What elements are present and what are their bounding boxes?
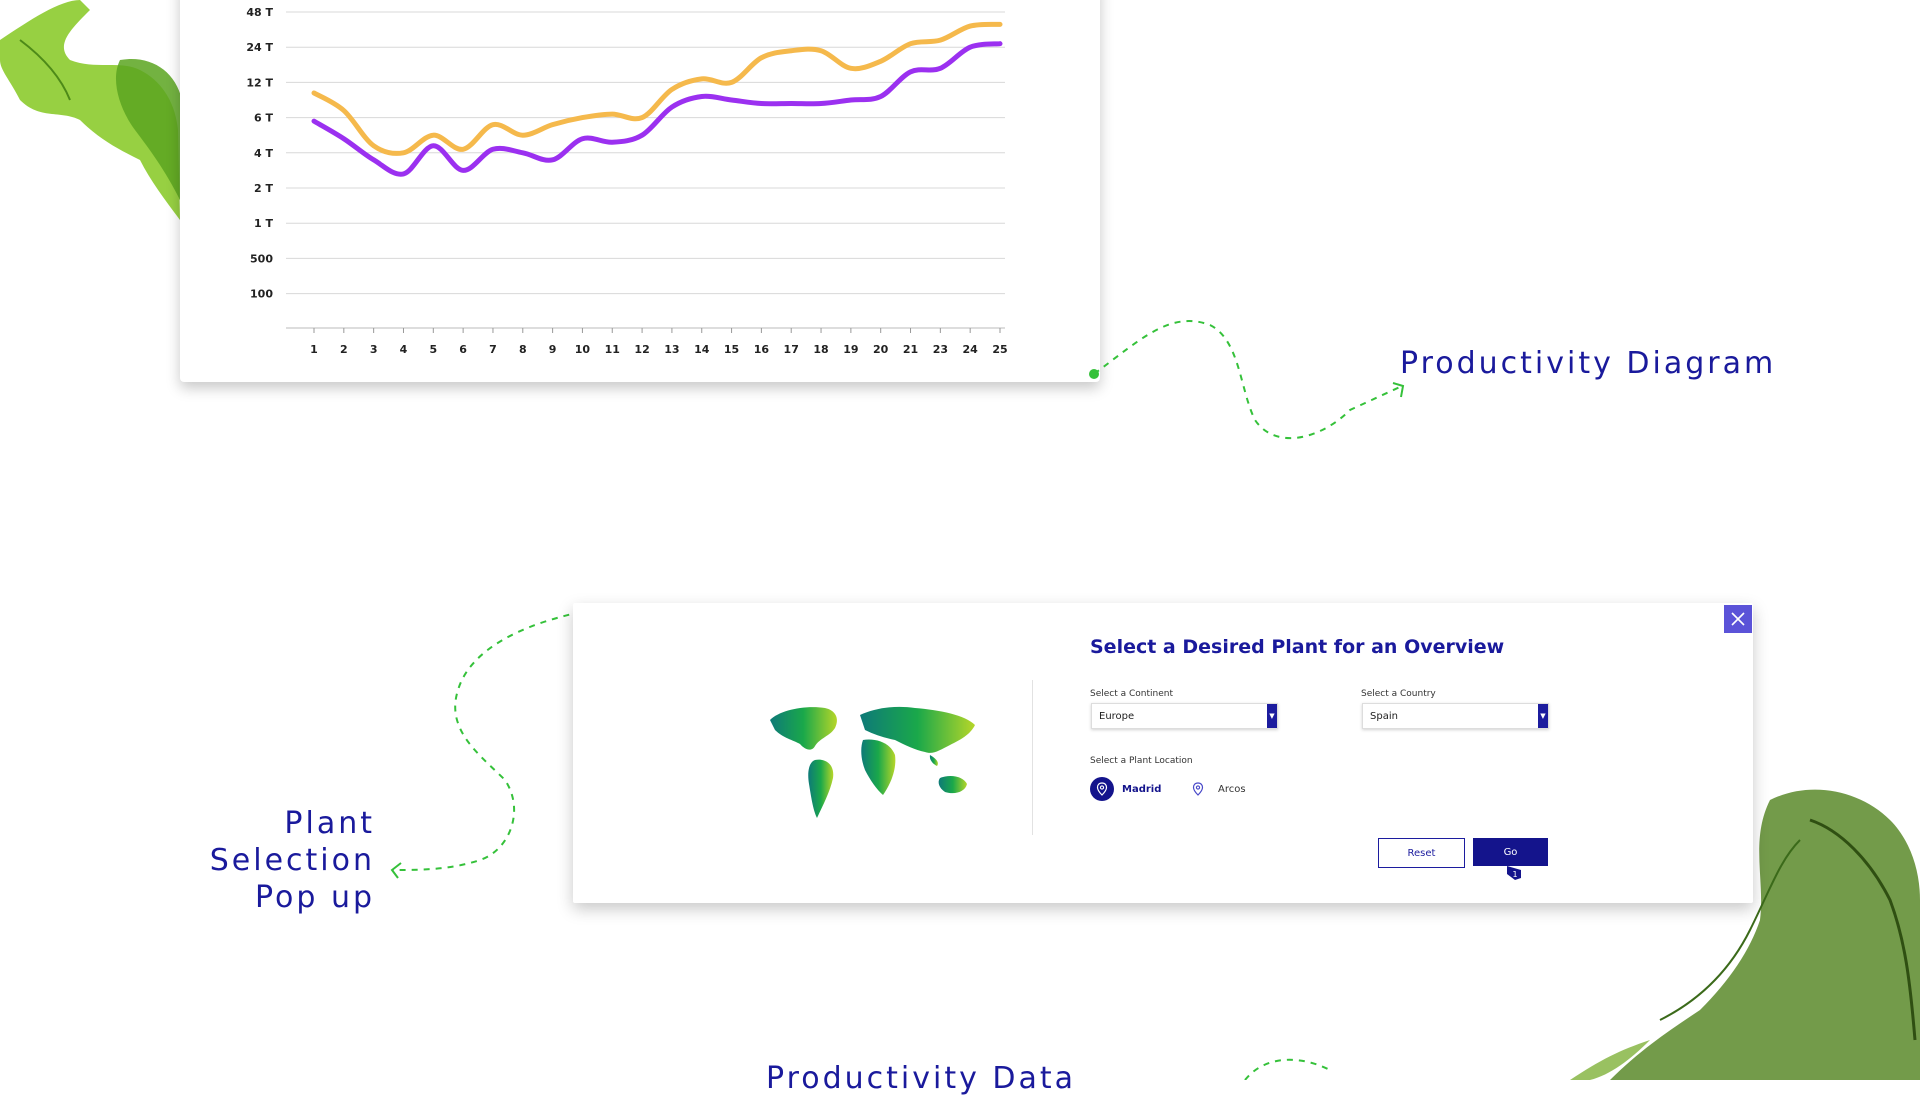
- productivity-diagram-label: Productivity Diagram: [1400, 346, 1777, 381]
- popup-title: Select a Desired Plant for an Overview: [1090, 636, 1505, 658]
- country-value: Spain: [1370, 710, 1398, 722]
- country-select[interactable]: Spain ▼: [1362, 703, 1549, 729]
- map-pin-icon: [1186, 777, 1210, 801]
- plant-selection-label: Plant Selection Pop up: [180, 805, 375, 916]
- connector-lines: [390, 320, 1405, 1080]
- dashed-connector-top: [1093, 320, 1403, 440]
- productivity-data-label: Productivity Data: [766, 1061, 1077, 1096]
- location-arcos-text: Arcos: [1218, 783, 1246, 795]
- click-cursor-badge: 1: [1507, 866, 1521, 880]
- location-option-madrid[interactable]: Madrid: [1090, 777, 1161, 801]
- chevron-down-icon: ▼: [1267, 704, 1277, 728]
- continent-select[interactable]: Europe ▼: [1091, 703, 1278, 729]
- plant-label-line1: Plant: [284, 806, 375, 841]
- close-button[interactable]: [1724, 605, 1752, 633]
- continent-label: Select a Continent: [1090, 689, 1173, 699]
- dashed-connector-popup: [391, 611, 582, 871]
- location-option-arcos[interactable]: Arcos: [1186, 777, 1246, 801]
- close-icon: [1731, 612, 1745, 626]
- plant-label-line3: Pop up: [254, 880, 375, 915]
- map-pin-icon: [1090, 777, 1114, 801]
- continent-value: Europe: [1099, 710, 1135, 722]
- country-label: Select a Country: [1361, 689, 1436, 699]
- plant-location-label: Select a Plant Location: [1090, 756, 1193, 766]
- location-madrid-text: Madrid: [1122, 783, 1162, 795]
- go-button[interactable]: Go: [1473, 838, 1548, 866]
- world-map: [770, 706, 975, 818]
- chevron-down-icon: ▼: [1538, 704, 1548, 728]
- cursor-badge-number: 1: [1512, 870, 1517, 879]
- popup-divider: [1032, 680, 1033, 835]
- plant-label-line2: Selection: [209, 843, 375, 878]
- dashed-connector-bottom: [1244, 1058, 1331, 1080]
- reset-button[interactable]: Reset: [1378, 838, 1465, 868]
